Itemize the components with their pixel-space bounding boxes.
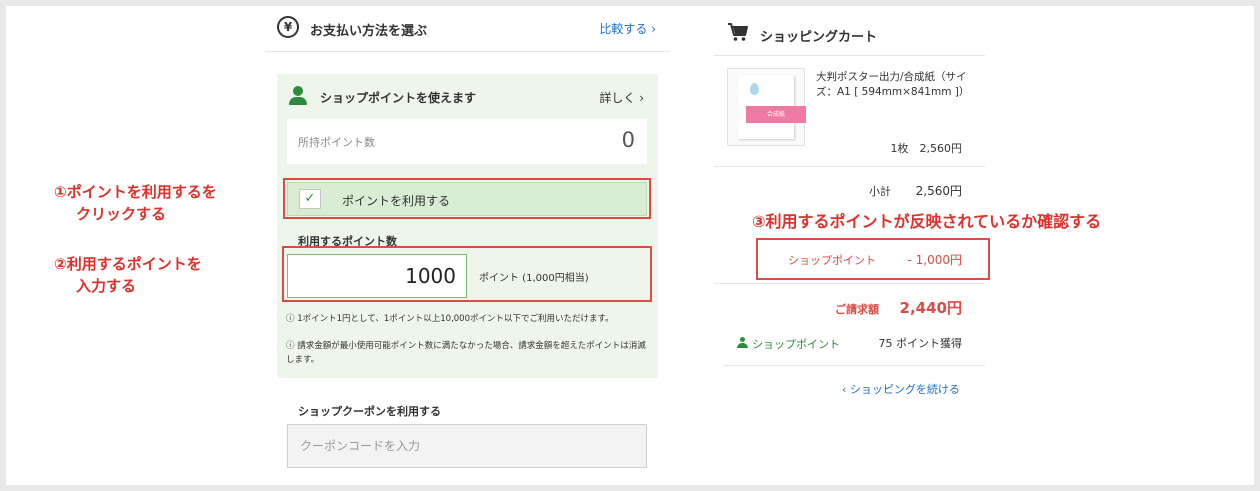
- annotation-box-point-amount: [282, 246, 652, 302]
- billing-label: ご請求額: [835, 303, 879, 316]
- annotation-step1-line2: クリックする: [76, 205, 167, 223]
- point-note-1: ⓘ 1ポイント1円として、1ポイント以上10,000ポイント以下でご利用いただけ…: [286, 314, 614, 324]
- cart-header: ショッピングカート: [714, 14, 985, 56]
- shop-point-title: ショップポイントを使えます: [320, 91, 477, 105]
- billing-value: 2,440円: [899, 299, 962, 317]
- compare-link[interactable]: 比較する ›: [599, 20, 656, 37]
- annotation-step2-line2: 入力する: [76, 277, 137, 295]
- continue-shopping-link[interactable]: ‹ ショッピングを続ける: [842, 381, 960, 397]
- product-thumbnail[interactable]: 合成紙: [727, 68, 806, 146]
- subtotal-value: 2,560円: [915, 184, 962, 198]
- shop-point-discount-label: ショップポイント: [788, 254, 876, 267]
- poster-sheet-image: 合成紙: [738, 75, 806, 139]
- coupon-label: ショップクーポンを利用する: [298, 405, 441, 418]
- annotation-step3: ③利用するポイントが反映されているか確認する: [752, 212, 1102, 231]
- coupon-code-input[interactable]: [287, 424, 647, 468]
- product-tag: 合成紙: [746, 106, 806, 123]
- owned-points-box: 所持ポイント数 0: [287, 119, 647, 164]
- product-name[interactable]: 大判ポスター出力/合成紙（サイズ：A1 [ 594mm×841mm ]）: [816, 70, 976, 100]
- shopping-cart-icon: [728, 23, 748, 41]
- cart-divider: [724, 365, 985, 366]
- detail-link[interactable]: 詳しく ›: [599, 89, 644, 106]
- person-icon: [289, 86, 307, 106]
- annotation-box-use-points: [283, 178, 651, 219]
- annotation-step2-line1: ②利用するポイントを: [54, 255, 202, 273]
- payment-title: お支払い方法を選ぶ: [310, 24, 428, 39]
- yen-icon: ¥: [277, 16, 299, 38]
- annotation-step1-line1: ①ポイントを利用するを: [54, 183, 217, 201]
- cart-title: ショッピングカート: [760, 30, 878, 45]
- cart-divider: [714, 283, 985, 284]
- shop-point-discount-value: - 1,000円: [907, 253, 963, 267]
- person-icon: [737, 337, 748, 348]
- product-qty-price: 1枚 2,560円: [890, 142, 963, 155]
- shop-point-panel: ショップポイントを使えます 詳しく › 所持ポイント数 0 ✓ ポイントを利用す…: [277, 74, 658, 378]
- owned-points-value: 0: [621, 128, 635, 152]
- subtotal-label: 小計: [869, 185, 891, 198]
- water-drop-icon: [750, 83, 759, 95]
- earn-points-value: 75 ポイント獲得: [878, 337, 963, 350]
- payment-header: ¥ お支払い方法を選ぶ 比較する ›: [265, 6, 670, 52]
- point-note-2: ⓘ 請求金額が最小使用可能ポイント数に満たなかった場合、請求金額を超えたポイント…: [286, 341, 646, 365]
- cart-divider: [714, 166, 985, 167]
- earn-points-label: ショップポイント: [752, 338, 840, 351]
- owned-points-label: 所持ポイント数: [298, 136, 375, 149]
